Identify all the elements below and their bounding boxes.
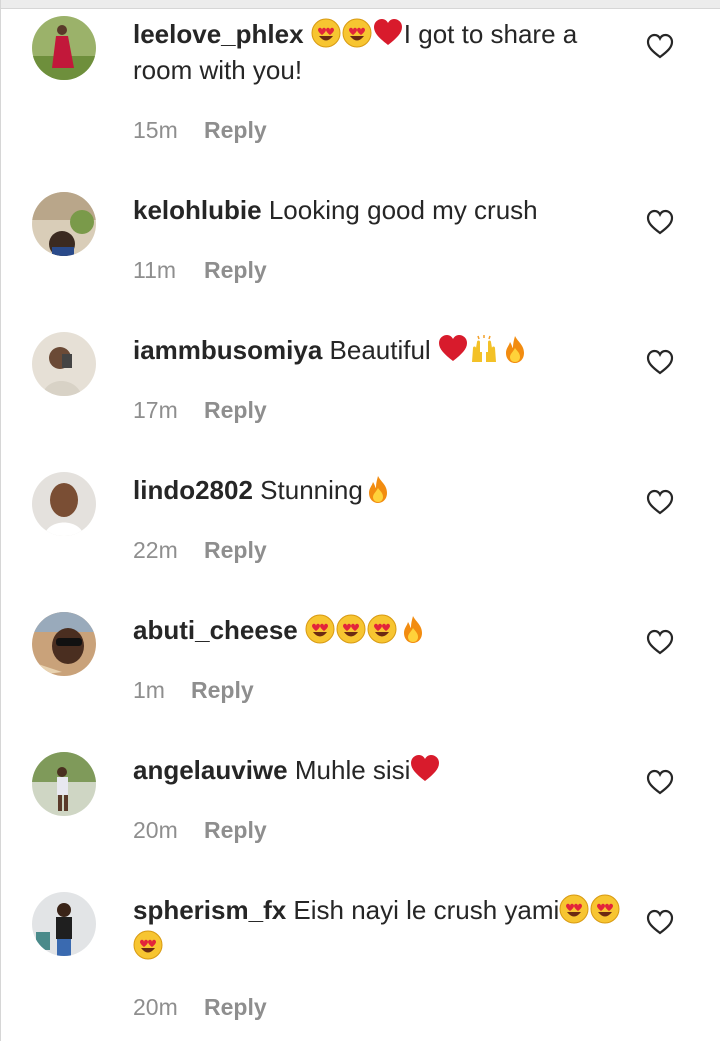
like-heart-icon[interactable] bbox=[646, 209, 674, 235]
reply-button[interactable]: Reply bbox=[204, 817, 267, 843]
comment-username[interactable]: iammbusomiya bbox=[133, 335, 322, 365]
avatar[interactable] bbox=[32, 332, 96, 396]
comment-body: Eish nayi le crush yami bbox=[293, 895, 560, 925]
emoji-group bbox=[305, 614, 429, 645]
reply-button[interactable]: Reply bbox=[204, 537, 267, 563]
reply-button[interactable]: Reply bbox=[204, 257, 267, 283]
comment-text: kelohlubie Looking good my crush bbox=[133, 192, 623, 228]
reply-button[interactable]: Reply bbox=[191, 677, 254, 703]
comment-username[interactable]: leelove_phlex bbox=[133, 19, 304, 49]
red-heart-emoji-icon bbox=[438, 334, 468, 364]
red-heart-emoji-icon bbox=[373, 18, 403, 48]
comment-timestamp: 20m bbox=[133, 817, 178, 843]
like-heart-icon[interactable] bbox=[646, 489, 674, 515]
comment-timestamp: 20m bbox=[133, 994, 178, 1020]
top-divider bbox=[0, 0, 720, 9]
comment-timestamp: 22m bbox=[133, 537, 178, 563]
comment-username[interactable]: lindo2802 bbox=[133, 475, 253, 505]
comment-meta: 22m Reply bbox=[133, 535, 267, 565]
comment-timestamp: 15m bbox=[133, 117, 178, 143]
like-heart-icon[interactable] bbox=[646, 909, 674, 935]
like-heart-icon[interactable] bbox=[646, 33, 674, 59]
comment-username[interactable]: spherism_fx bbox=[133, 895, 286, 925]
like-heart-icon[interactable] bbox=[646, 629, 674, 655]
heart-eyes-emoji-icon bbox=[305, 614, 335, 644]
left-border bbox=[0, 0, 1, 1041]
comment-username[interactable]: angelauviwe bbox=[133, 755, 288, 785]
comment-text: abuti_cheese bbox=[133, 612, 623, 648]
reply-button[interactable]: Reply bbox=[204, 397, 267, 423]
comment-text: angelauviwe Muhle sisi bbox=[133, 752, 623, 788]
fire-emoji-icon bbox=[363, 474, 393, 504]
like-heart-icon[interactable] bbox=[646, 349, 674, 375]
comment-meta: 20m Reply bbox=[133, 992, 267, 1022]
comment-body: Beautiful bbox=[329, 335, 438, 365]
heart-eyes-emoji-icon bbox=[311, 18, 341, 48]
comment-timestamp: 17m bbox=[133, 397, 178, 423]
fire-emoji-icon bbox=[398, 614, 428, 644]
heart-eyes-emoji-icon bbox=[590, 894, 620, 924]
comment-text: leelove_phlex I got to share a room with… bbox=[133, 16, 623, 88]
emoji-group bbox=[311, 18, 404, 49]
avatar[interactable] bbox=[32, 192, 96, 256]
comment-text: spherism_fx Eish nayi le crush yami bbox=[133, 892, 623, 964]
avatar[interactable] bbox=[32, 892, 96, 956]
emoji-group bbox=[410, 755, 441, 785]
comment-timestamp: 11m bbox=[133, 257, 177, 283]
like-heart-icon[interactable] bbox=[646, 769, 674, 795]
comment-body: Looking good my crush bbox=[268, 195, 538, 225]
avatar[interactable] bbox=[32, 752, 96, 816]
avatar[interactable] bbox=[32, 16, 96, 80]
comment-meta: 20m Reply bbox=[133, 815, 267, 845]
red-heart-emoji-icon bbox=[410, 754, 440, 784]
raising-hands-emoji-icon bbox=[469, 334, 499, 364]
comment-username[interactable]: abuti_cheese bbox=[133, 615, 298, 645]
avatar[interactable] bbox=[32, 612, 96, 676]
heart-eyes-emoji-icon bbox=[367, 614, 397, 644]
emoji-group bbox=[363, 475, 394, 505]
avatar[interactable] bbox=[32, 472, 96, 536]
comment-timestamp: 1m bbox=[133, 677, 165, 703]
comment-text: lindo2802 Stunning bbox=[133, 472, 623, 508]
comment-text: iammbusomiya Beautiful bbox=[133, 332, 623, 368]
comment-body: Muhle sisi bbox=[294, 755, 411, 785]
reply-button[interactable]: Reply bbox=[204, 117, 267, 143]
comment-meta: 1m Reply bbox=[133, 675, 254, 705]
reply-button[interactable]: Reply bbox=[204, 994, 267, 1020]
heart-eyes-emoji-icon bbox=[342, 18, 372, 48]
fire-emoji-icon bbox=[500, 334, 530, 364]
comment-username[interactable]: kelohlubie bbox=[133, 195, 262, 225]
emoji-group bbox=[438, 335, 531, 365]
heart-eyes-emoji-icon bbox=[336, 614, 366, 644]
comment-body: Stunning bbox=[260, 475, 363, 505]
comment-meta: 17m Reply bbox=[133, 395, 267, 425]
heart-eyes-emoji-icon bbox=[559, 894, 589, 924]
heart-eyes-emoji-icon bbox=[133, 930, 163, 960]
comment-meta: 11m Reply bbox=[133, 255, 267, 285]
comment-meta: 15m Reply bbox=[133, 115, 267, 145]
